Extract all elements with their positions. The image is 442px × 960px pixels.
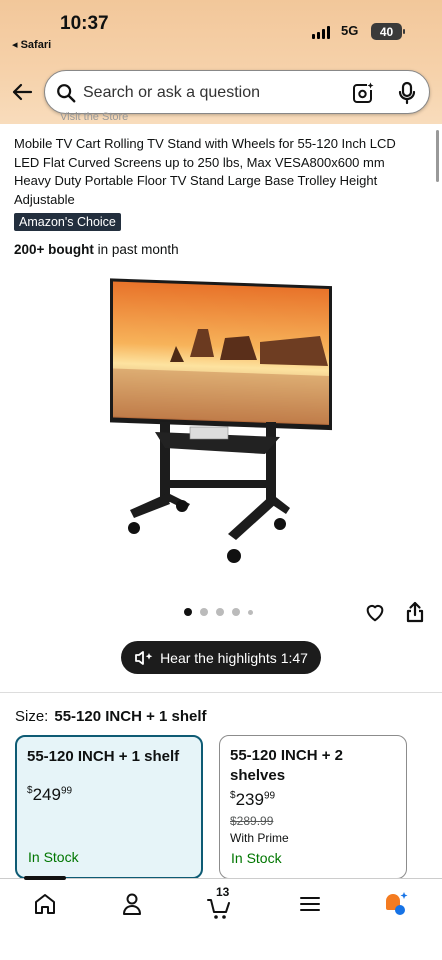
bought-count-bold: 200+ bought [14, 242, 94, 257]
product-title: Mobile TV Cart Rolling TV Stand with Whe… [14, 136, 396, 207]
stock-status: In Stock [28, 849, 79, 865]
status-time: 10:37 [60, 13, 109, 34]
network-label: 5G [341, 23, 359, 38]
size-option-2-shelves[interactable]: 55-120 INCH + 2 shelves $23999 $289.99 W… [219, 735, 407, 879]
amazons-choice-badge[interactable]: Amazon's Choice [14, 213, 121, 231]
nav-active-indicator [24, 876, 66, 880]
signal-icon [312, 26, 330, 39]
menu-icon[interactable] [297, 891, 323, 917]
speaker-sparkle-icon [135, 650, 153, 665]
hear-highlights-button[interactable]: Hear the highlights 1:47 [121, 641, 321, 674]
store-link-cutoff[interactable]: Visit the Store [60, 111, 128, 123]
size-option-1-shelf[interactable]: 55-120 INCH + 1 shelf $24999 In Stock [15, 735, 203, 879]
search-bar[interactable] [44, 70, 430, 114]
selected-size: 55-120 INCH + 1 shelf [54, 708, 207, 725]
back-to-safari-link[interactable]: ◂ Safari [12, 38, 51, 51]
search-icon [57, 84, 76, 103]
heart-icon[interactable] [364, 601, 386, 623]
account-icon[interactable] [119, 891, 145, 917]
battery-level: 40 [379, 24, 394, 39]
home-icon[interactable] [32, 891, 58, 917]
microphone-icon[interactable] [397, 81, 417, 105]
rufus-icon[interactable] [383, 891, 409, 917]
carousel-dot[interactable] [232, 608, 240, 616]
size-option-name: 55-120 INCH + 2 shelves [230, 747, 343, 784]
back-arrow-icon[interactable] [10, 80, 34, 104]
battery-icon: 40 [371, 23, 405, 40]
cart-count: 13 [216, 885, 230, 899]
share-icon[interactable] [405, 600, 425, 624]
size-option-name: 55-120 INCH + 1 shelf [27, 748, 180, 765]
list-price: $289.99 [230, 814, 274, 828]
search-input[interactable] [83, 81, 343, 105]
camera-lens-icon[interactable] [351, 81, 375, 105]
size-label: Size: [15, 708, 49, 725]
carousel-dot[interactable] [200, 608, 208, 616]
size-option-price: $23999 [230, 790, 276, 809]
section-divider [0, 692, 442, 693]
stock-status: In Stock [231, 850, 282, 866]
hear-highlights-label: Hear the highlights 1:47 [160, 649, 308, 666]
product-image[interactable] [100, 272, 340, 572]
carousel-dot[interactable] [216, 608, 224, 616]
scrollbar-thumb[interactable] [436, 130, 439, 182]
carousel-dot[interactable] [248, 609, 253, 615]
carousel-dot[interactable] [184, 608, 192, 616]
header: 10:37 ◂ Safari 5G 40 [0, 0, 442, 124]
bought-count: 200+ bought in past month [14, 242, 179, 257]
size-option-price: $24999 [27, 785, 73, 804]
size-selector-label: Size: 55-120 INCH + 1 shelf [15, 708, 207, 725]
prime-label: With Prime [230, 831, 289, 845]
image-carousel-dots[interactable] [184, 608, 253, 616]
bought-count-rest: in past month [93, 242, 179, 257]
